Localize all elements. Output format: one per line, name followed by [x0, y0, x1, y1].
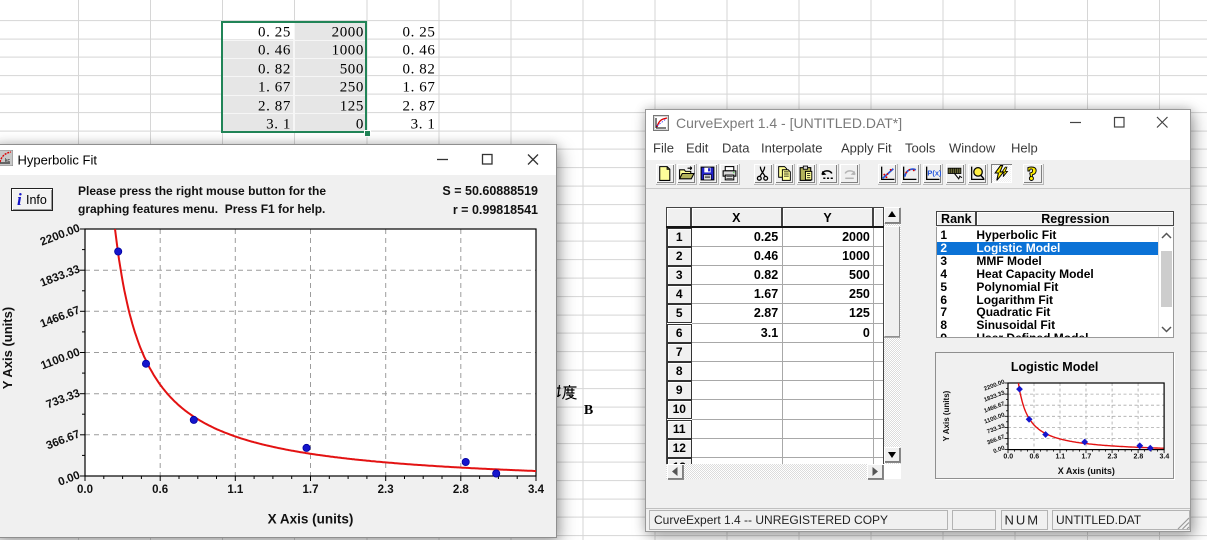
svg-text:kc: kc	[5, 158, 11, 164]
svg-text:?: ?	[1027, 165, 1037, 182]
svg-text:P(x): P(x)	[927, 169, 941, 178]
